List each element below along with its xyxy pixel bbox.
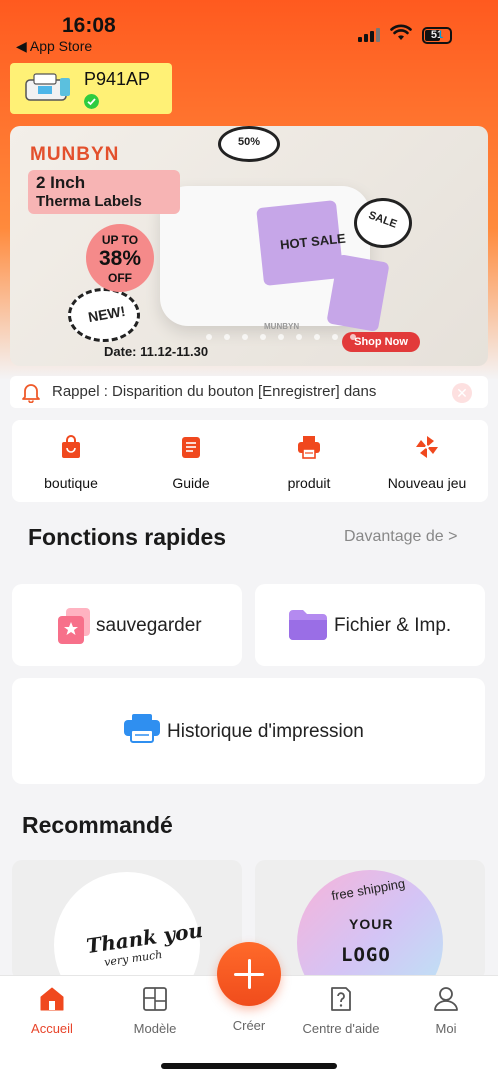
battery-icon: 51 (422, 27, 452, 44)
quick-link-guide[interactable]: Guide (136, 434, 246, 491)
quick-link-produit[interactable]: produit (254, 434, 364, 491)
book-icon (182, 437, 200, 458)
your-text: YOUR (349, 916, 394, 932)
tab-accueil[interactable]: Accueil (7, 986, 97, 1036)
banner-brand: MUNBYN (30, 144, 120, 165)
quick-link-boutique[interactable]: boutique (16, 434, 126, 491)
recommended-card-thank-you[interactable]: Thank you very much (12, 860, 242, 980)
template-icon (143, 987, 167, 1011)
home-icon (40, 987, 64, 1011)
quick-link-nouveau-jeu[interactable]: Nouveau jeu (372, 434, 482, 491)
battery-level: 51 (430, 29, 444, 41)
tab-label: Modèle (133, 1021, 177, 1036)
discount-bottom: OFF (108, 271, 132, 285)
quick-link-label: Guide (172, 475, 210, 491)
recommended-title: Recommandé (22, 812, 173, 838)
save-card[interactable]: sauvegarder (12, 584, 242, 666)
quick-link-label: boutique (44, 475, 98, 491)
shopping-bag-icon (62, 435, 80, 458)
tab-centre-aide[interactable]: Centre d'aide (296, 986, 386, 1036)
discount-top: UP TO (101, 233, 139, 247)
discount-badge: UP TO 38% OFF (86, 224, 154, 292)
back-to-app-store[interactable]: ◀ App Store (16, 38, 92, 55)
tab-label: Accueil (31, 1021, 73, 1036)
tab-label: Créer (232, 1018, 266, 1033)
quick-links-bar: boutique Guide produit Nouveau jeu (12, 420, 488, 502)
cellular-signal-icon (358, 28, 380, 42)
tab-moi[interactable]: Moi (401, 986, 491, 1036)
files-label: Fichier & Imp. (334, 615, 452, 636)
reminder-text: Rappel : Disparition du bouton [Enregist… (52, 383, 377, 400)
banner-headline-1: 2 Inch (36, 173, 86, 192)
banner-purple-label-2 (326, 254, 390, 332)
promo-banner[interactable]: HOT SALE 50% SALE NEW! MUNBYN MUNBYN 2 I… (10, 126, 488, 366)
printer-icon (298, 436, 320, 459)
favorite-icon (58, 608, 90, 644)
logo-text: LOGO (341, 944, 391, 966)
banner-50-text: 50% (238, 136, 261, 148)
carousel-dots (206, 334, 356, 340)
quick-link-label: Nouveau jeu (387, 475, 467, 491)
connected-printer-chip[interactable]: P941AP (10, 63, 172, 114)
recommended-card-logo[interactable]: free shipping YOUR LOGO (255, 860, 485, 980)
label-printer-icon (25, 73, 70, 101)
create-fab-button[interactable] (217, 942, 281, 1006)
save-label: sauvegarder (96, 615, 202, 636)
printer-name: P941AP (84, 69, 151, 89)
banner-date: Date: 11.12-11.30 (104, 344, 209, 359)
home-indicator[interactable] (161, 1063, 337, 1069)
folder-icon (289, 610, 327, 640)
tab-label: Centre d'aide (302, 1021, 380, 1036)
banner-headline: 2 Inch Therma Labels (28, 170, 180, 214)
quick-link-label: produit (287, 475, 331, 491)
tab-creer[interactable]: Créer (204, 1014, 294, 1033)
print-history-label: Historique d'impression (167, 721, 364, 742)
clock: 16:08 (62, 14, 116, 37)
wifi-icon (390, 24, 412, 40)
banner-printer-brand: MUNBYN (264, 322, 300, 331)
files-print-card[interactable]: Fichier & Imp. (255, 584, 485, 666)
print-history-card[interactable]: Historique d'impression (12, 678, 485, 784)
tab-modele[interactable]: Modèle (110, 986, 200, 1036)
pinwheel-icon (416, 436, 438, 458)
discount-value: 38% (98, 247, 142, 270)
status-bar: 16:08 ◀ App Store 51 (0, 0, 498, 60)
profile-icon (434, 987, 458, 1011)
print-history-icon (124, 714, 160, 743)
more-link[interactable]: Davantage de > (344, 528, 457, 546)
tab-label: Moi (435, 1021, 457, 1036)
close-icon[interactable]: ✕ (452, 383, 472, 403)
bell-icon (22, 384, 40, 403)
reminder-notice[interactable]: Rappel : Disparition du bouton [Enregist… (10, 376, 488, 408)
help-icon (331, 987, 351, 1011)
quick-functions-title: Fonctions rapides (28, 524, 227, 550)
banner-headline-2: Therma Labels (36, 193, 142, 210)
connected-check-icon (84, 94, 99, 109)
